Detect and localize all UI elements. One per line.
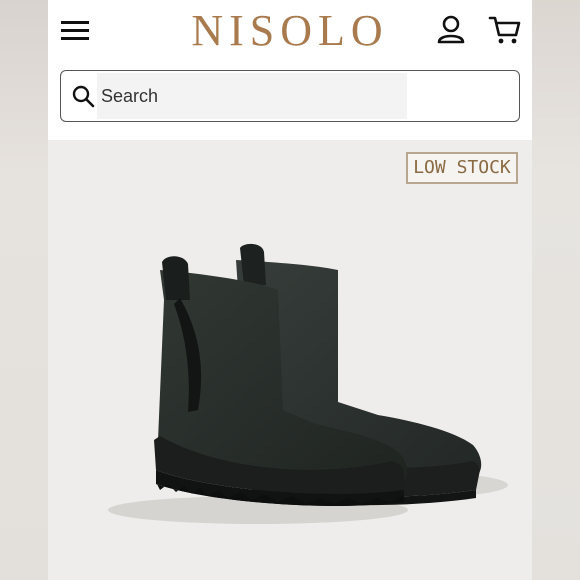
cart-icon[interactable] [488,14,522,46]
account-icon[interactable] [436,14,466,46]
low-stock-badge: LOW STOCK [406,152,518,184]
search-bar[interactable] [60,70,520,122]
search-input[interactable] [101,71,401,121]
background-left [0,0,48,580]
brand-wordmark: NISOLO [191,6,389,55]
search-icon[interactable] [71,84,95,108]
background-right [532,0,580,580]
page: NISOLO Search LOW STOCK [48,0,532,580]
boots-image [108,243,508,524]
product-image-area[interactable]: LOW STOCK [48,140,532,580]
site-header: NISOLO [48,0,532,140]
